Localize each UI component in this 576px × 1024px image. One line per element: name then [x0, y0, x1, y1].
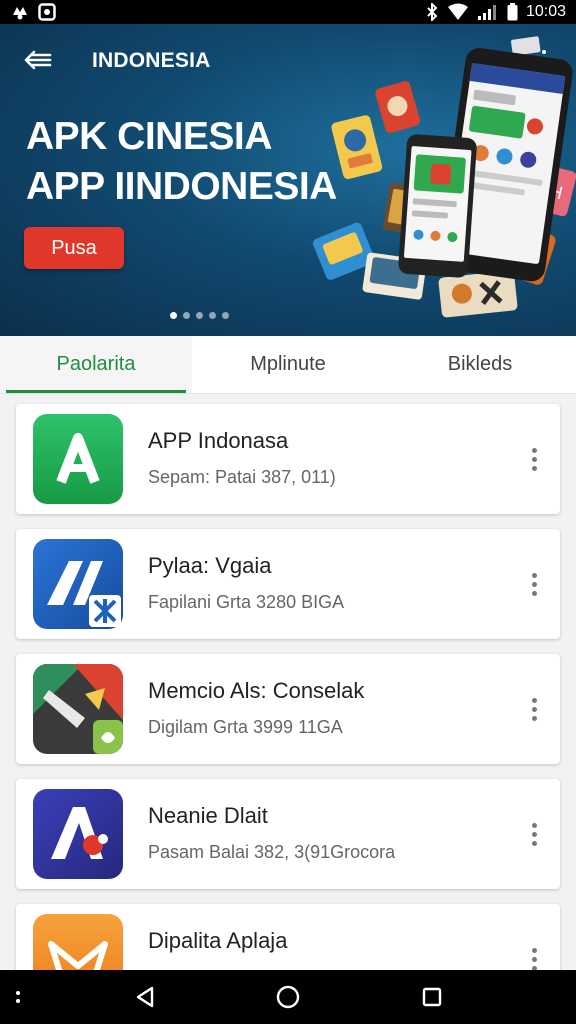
carousel-dot[interactable] [222, 312, 229, 319]
app-subtitle: Sepam: Patai 387, 011) [148, 467, 336, 487]
carousel-dot[interactable] [183, 312, 190, 319]
status-bar: 10:03 [0, 0, 576, 24]
app-subtitle: Pasam Balai 382, 3(91Grocora [148, 842, 396, 862]
tools-icon [33, 664, 123, 754]
more-dot [531, 456, 537, 462]
more-dot [531, 590, 537, 596]
carousel-dot[interactable] [170, 312, 177, 319]
floating-app-tile [375, 81, 421, 133]
more-dot [531, 840, 537, 846]
more-dot [531, 465, 537, 471]
nav-home-button[interactable] [273, 982, 303, 1012]
more-dot [531, 831, 537, 837]
tab-mplinute[interactable]: Mplinute [192, 336, 384, 393]
green-a-icon [33, 414, 123, 504]
wifi-icon [447, 3, 469, 21]
nav-recents-button[interactable] [417, 982, 447, 1012]
hero-cta-button[interactable]: Pusa [24, 227, 124, 269]
app-name: Dipalita Aplaja [148, 928, 288, 953]
notification-icon [10, 3, 30, 21]
carousel-dot[interactable] [196, 312, 203, 319]
back-arrow-icon [24, 50, 52, 70]
image-icon [38, 3, 56, 21]
back-triangle-icon [136, 986, 154, 1008]
app-subtitle: Fapilani Grta 3280 BIGA [148, 592, 345, 612]
item-menu-button[interactable] [524, 694, 544, 724]
headline-line-2: APP IINDONESIA [26, 165, 337, 208]
more-dot [531, 947, 537, 953]
blue-a-icon [33, 539, 123, 629]
status-left [10, 3, 56, 21]
page-title: INDONESIA [92, 49, 211, 72]
hero-illustration: H [313, 36, 576, 318]
item-menu-button[interactable] [524, 444, 544, 474]
headline-line-1: APK CINESIA [26, 115, 272, 158]
home-circle-icon [276, 985, 300, 1009]
system-nav-bar [0, 970, 576, 1024]
list-item[interactable]: Memcio Als: Conselak Digilam Grta 3999 1… [16, 654, 560, 764]
carousel-dot[interactable] [209, 312, 216, 319]
purple-a-icon [33, 789, 123, 879]
app-name: Neanie Dlait [148, 803, 268, 828]
floating-app-tile [331, 115, 383, 180]
app-name: APP Indonasa [148, 428, 289, 453]
app-subtitle: Digilam Grta 3999 11GA [148, 717, 343, 737]
list-item[interactable]: Pylaa: Vgaia Fapilani Grta 3280 BIGA [16, 529, 560, 639]
clock: 10:03 [525, 3, 566, 20]
hero-banner[interactable]: INDONESIA APK CINESIA APP IINDONESIA Pus… [0, 24, 576, 336]
back-button[interactable] [20, 42, 56, 78]
app-list: APP Indonasa Sepam: Patai 387, 011) Pyla… [16, 404, 560, 1024]
more-dot [531, 956, 537, 962]
list-item[interactable]: APP Indonasa Sepam: Patai 387, 011) [16, 404, 560, 514]
more-dot [531, 706, 537, 712]
signal-icon [477, 3, 499, 21]
more-dot [531, 697, 537, 703]
bluetooth-icon [425, 3, 439, 21]
item-menu-button[interactable] [524, 819, 544, 849]
list-item[interactable]: Neanie Dlait Pasam Balai 382, 3(91Grocor… [16, 779, 560, 889]
more-dot [531, 447, 537, 453]
app-name: Memcio Als: Conselak [148, 678, 365, 703]
recents-square-icon [422, 987, 442, 1007]
nav-menu-dots-icon[interactable] [12, 982, 24, 1012]
tab-paolarita[interactable]: Paolarita [0, 336, 192, 393]
item-menu-button[interactable] [524, 569, 544, 599]
carousel-indicator[interactable] [170, 312, 229, 319]
app-name: Pylaa: Vgaia [148, 553, 272, 578]
floating-app-tile [511, 36, 541, 56]
tab-bikleds[interactable]: Bikleds [384, 336, 576, 393]
more-dot [531, 572, 537, 578]
nav-back-button[interactable] [130, 982, 160, 1012]
more-dot [531, 715, 537, 721]
battery-icon [507, 3, 518, 21]
hero-headline: APK CINESIA APP IINDONESIA [26, 112, 337, 212]
more-dot [531, 822, 537, 828]
phone-small [398, 134, 477, 278]
tab-bar: Paolarita Mplinute Bikleds [0, 336, 576, 394]
status-right: 10:03 [425, 3, 566, 21]
more-dot [531, 581, 537, 587]
